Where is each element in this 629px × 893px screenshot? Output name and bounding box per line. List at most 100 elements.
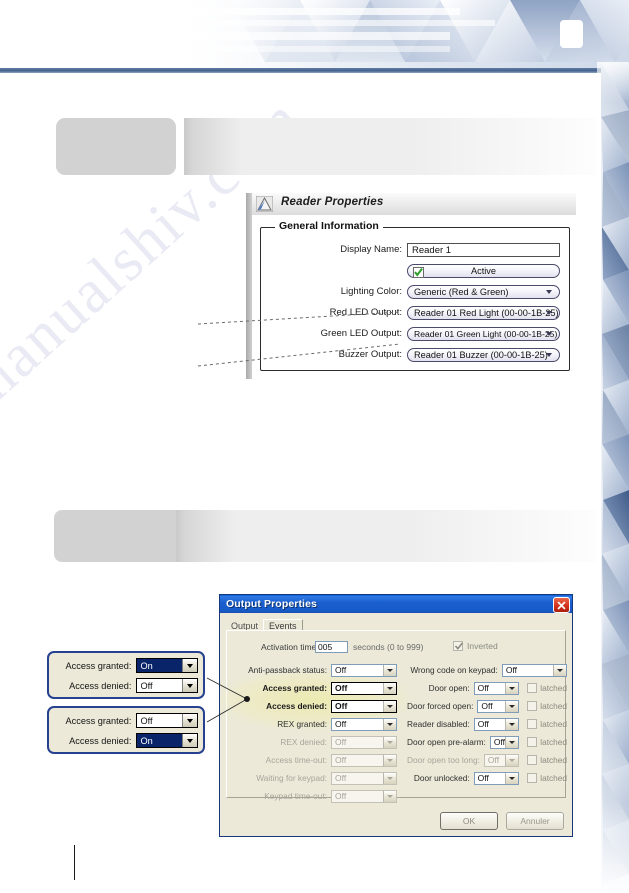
value-door-forced-open: Off xyxy=(481,701,493,711)
latched-option-door-open-pre-alarm[interactable]: latched xyxy=(527,737,567,747)
ok-button[interactable]: OK xyxy=(440,812,498,830)
output-properties-window[interactable]: Output Properties Output Events Activati… xyxy=(219,594,573,837)
latched-checkbox[interactable] xyxy=(527,737,538,747)
active-checkbox[interactable] xyxy=(413,266,424,278)
latched-checkbox[interactable] xyxy=(527,683,538,693)
footer-tick-mark xyxy=(74,845,75,880)
output-properties-titlebar: Output Properties xyxy=(220,595,572,613)
redacted-gap xyxy=(176,118,184,175)
latched-checkbox[interactable] xyxy=(527,773,538,783)
lighting-color-row: Lighting Color: Generic (Red & Green) xyxy=(261,283,569,300)
field-anti-passback-status[interactable]: Anti-passback status: Off xyxy=(227,663,405,677)
callout-value-access-granted: On xyxy=(140,660,153,671)
combo-access-granted[interactable]: Off xyxy=(331,681,397,695)
latched-checkbox[interactable] xyxy=(527,719,538,729)
value-door-open-pre-alarm: Off xyxy=(493,737,506,747)
display-name-input[interactable]: Reader 1 xyxy=(407,242,560,257)
latched-option-door-unlocked[interactable]: latched xyxy=(527,773,567,783)
chevron-down-icon[interactable] xyxy=(505,682,519,694)
chevron-down-icon[interactable] xyxy=(182,734,197,747)
lighting-color-value: Generic (Red & Green) xyxy=(414,286,509,297)
latched-option-door-open[interactable]: latched xyxy=(527,683,567,693)
lighting-color-dropdown[interactable]: Generic (Red & Green) xyxy=(407,284,560,299)
chevron-down-icon[interactable] xyxy=(505,772,519,784)
chevron-down-icon[interactable] xyxy=(546,289,552,294)
combo-wrong-code-on-keypad[interactable]: Off xyxy=(501,663,567,677)
callout-row-access-denied[interactable]: Access denied: On xyxy=(54,732,198,749)
combo-access-denied[interactable]: Off xyxy=(331,699,397,713)
field-rex-granted[interactable]: REX granted: Off xyxy=(227,717,405,731)
callout-denied-on[interactable]: Access granted: Off Access denied: On xyxy=(47,706,205,754)
green-led-output-value: Reader 01 Green Light (00-00-1B-25) xyxy=(414,328,558,339)
callout-granted-on[interactable]: Access granted: On Access denied: Off xyxy=(47,651,205,699)
green-led-output-dropdown[interactable]: Reader 01 Green Light (00-00-1B-25) xyxy=(407,326,560,341)
field-door-unlocked[interactable]: Door unlocked: Off latched xyxy=(407,771,567,785)
field-wrong-code-on-keypad[interactable]: Wrong code on keypad: Off xyxy=(407,663,567,677)
field-door-forced-open[interactable]: Door forced open: Off latched xyxy=(407,699,567,713)
combo-door-open[interactable]: Off xyxy=(473,681,520,695)
latched-option-reader-disabled[interactable]: latched xyxy=(527,719,567,729)
callout-row-access-granted[interactable]: Access granted: On xyxy=(54,657,198,674)
callout-value-access-denied: On xyxy=(140,735,153,746)
red-led-output-dropdown[interactable]: Reader 01 Red Light (00-00-1B-25) xyxy=(407,305,560,320)
chevron-down-icon[interactable] xyxy=(383,664,396,676)
latched-checkbox xyxy=(527,755,538,765)
close-x-icon[interactable] xyxy=(553,597,570,613)
chevron-down-icon xyxy=(505,754,519,766)
mountain-triangle-icon xyxy=(255,195,274,213)
label-access-denied: Access denied: xyxy=(266,701,327,711)
chevron-down-icon[interactable] xyxy=(383,718,396,730)
inverted-checkbox[interactable] xyxy=(453,641,464,651)
combo-rex-granted[interactable]: Off xyxy=(331,717,397,731)
buzzer-output-value: Reader 01 Buzzer (00-00-1B-25) xyxy=(414,349,548,360)
combo-anti-passback-status[interactable]: Off xyxy=(331,663,397,677)
latched-label: latched xyxy=(540,683,567,693)
redacted-heading-block-1 xyxy=(56,118,596,175)
activation-time-row: Activation time: 005 seconds (0 to 999) … xyxy=(227,641,567,655)
green-led-output-row: Green LED Output: Reader 01 Green Light … xyxy=(261,325,569,342)
buzzer-output-dropdown[interactable]: Reader 01 Buzzer (00-00-1B-25) xyxy=(407,347,560,362)
field-reader-disabled[interactable]: Reader disabled: Off latched xyxy=(407,717,567,731)
inverted-option[interactable]: Inverted xyxy=(453,641,498,651)
callout-row-access-granted[interactable]: Access granted: Off xyxy=(54,712,198,729)
chevron-down-icon[interactable] xyxy=(383,700,396,712)
output-properties-tabs[interactable]: Output Events xyxy=(226,617,303,631)
combo-reader-disabled[interactable]: Off xyxy=(473,717,520,731)
cancel-button[interactable]: Annuler xyxy=(506,812,564,830)
latched-option-door-forced-open[interactable]: latched xyxy=(527,701,567,711)
activation-time-label: Activation time: xyxy=(261,642,319,652)
combo-door-open-pre-alarm[interactable]: Off xyxy=(489,735,520,749)
field-access-granted[interactable]: Access granted: Off xyxy=(227,681,405,695)
callout-label-access-denied: Access denied: xyxy=(69,735,132,746)
chevron-down-icon[interactable] xyxy=(182,659,197,672)
callout-combo-access-granted[interactable]: On xyxy=(136,658,198,673)
callout-value-access-granted: Off xyxy=(140,715,153,726)
callout-row-access-denied[interactable]: Access denied: Off xyxy=(54,677,198,694)
field-door-open[interactable]: Door open: Off latched xyxy=(407,681,567,695)
chevron-down-icon[interactable] xyxy=(182,714,197,727)
general-information-label: General Information xyxy=(275,220,383,232)
value-anti-passback-status: Off xyxy=(335,665,347,675)
chevron-down-icon[interactable] xyxy=(182,679,197,692)
combo-door-forced-open[interactable]: Off xyxy=(477,699,520,713)
reader-properties-window[interactable]: Reader Properties General Information Di… xyxy=(246,193,576,379)
field-door-open-pre-alarm[interactable]: Door open pre-alarm: Off latched xyxy=(407,735,567,749)
chevron-down-icon[interactable] xyxy=(546,352,552,357)
chevron-down-icon[interactable] xyxy=(505,718,519,730)
value-door-open: Off xyxy=(477,683,489,693)
active-toggle[interactable]: Active xyxy=(407,263,560,278)
chevron-down-icon[interactable] xyxy=(553,664,566,676)
callout-combo-access-granted[interactable]: Off xyxy=(136,713,198,728)
label-wrong-code-on-keypad: Wrong code on keypad: xyxy=(410,665,498,675)
callout-combo-access-denied[interactable]: Off xyxy=(136,678,198,693)
chevron-down-icon[interactable] xyxy=(505,736,519,748)
field-access-denied[interactable]: Access denied: Off xyxy=(227,699,405,713)
latched-checkbox[interactable] xyxy=(527,701,538,711)
activation-time-input[interactable]: 005 xyxy=(315,641,348,653)
chevron-down-icon[interactable] xyxy=(546,310,552,315)
combo-door-unlocked[interactable]: Off xyxy=(473,771,520,785)
chevron-down-icon[interactable] xyxy=(383,682,396,694)
callout-combo-access-denied[interactable]: On xyxy=(136,733,198,748)
chevron-down-icon[interactable] xyxy=(505,700,519,712)
chevron-down-icon[interactable] xyxy=(546,331,552,336)
